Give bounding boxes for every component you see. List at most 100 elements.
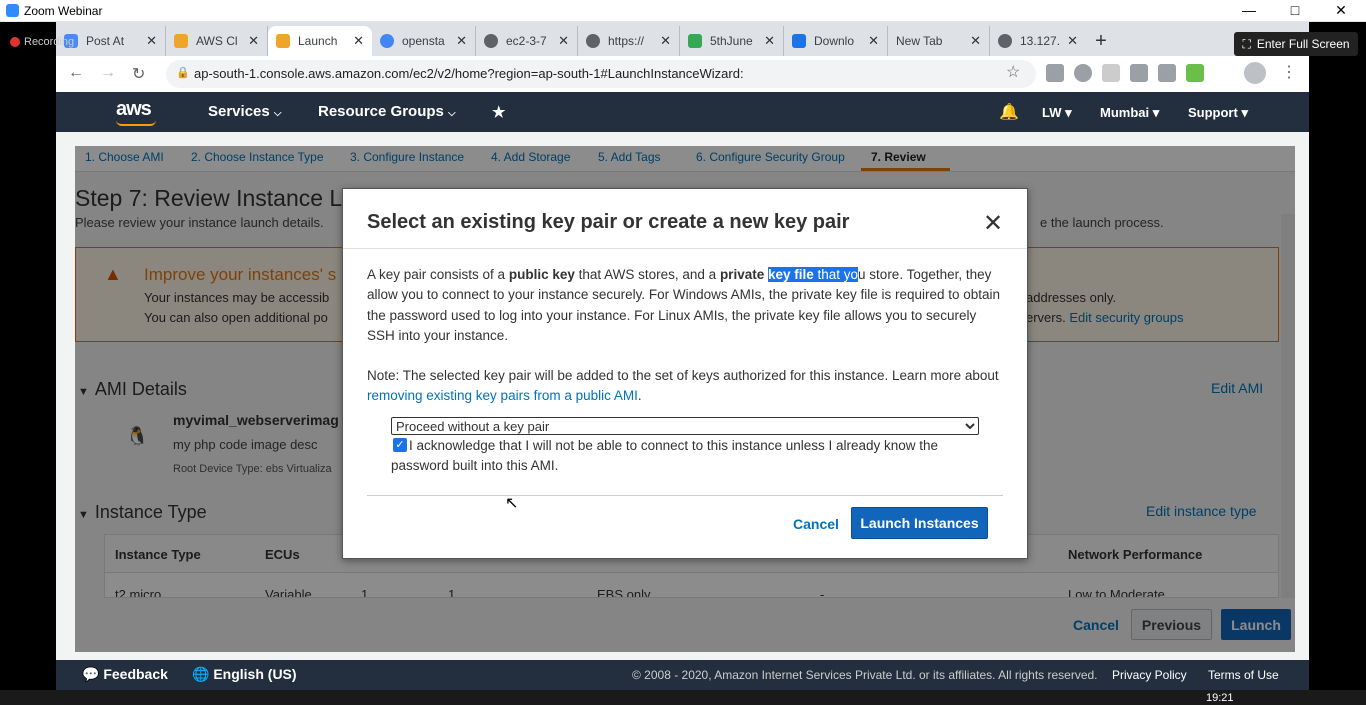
globe-icon — [586, 34, 600, 48]
zoom-logo-icon — [6, 4, 19, 17]
extension-icon[interactable] — [1158, 64, 1176, 82]
tab-close-icon[interactable]: ✕ — [146, 33, 157, 49]
tab-2-active[interactable]: Launch ✕ — [268, 26, 372, 56]
account-menu[interactable]: LW ▾ — [1042, 105, 1072, 121]
tab-close-icon[interactable]: ✕ — [970, 33, 981, 49]
support-label: Support — [1188, 105, 1238, 120]
minimize-button[interactable]: — — [1234, 2, 1264, 18]
zoom-title-bar: Zoom Webinar — □ ✕ — [0, 0, 1366, 22]
terms-of-use-link[interactable]: Terms of Use — [1208, 668, 1279, 682]
zoom-left-margin — [0, 22, 56, 705]
aws-smile-icon — [116, 120, 156, 126]
url-text: ap-south-1.console.aws.amazon.com/ec2/v2… — [194, 66, 744, 81]
acknowledge-text: I acknowledge that I will not be able to… — [391, 438, 939, 474]
extension-icon[interactable] — [1130, 64, 1148, 82]
enter-full-screen-button[interactable]: ⛶ Enter Full Screen — [1234, 32, 1358, 56]
tab-label: New Tab — [896, 34, 943, 48]
extensions — [1046, 64, 1204, 82]
chevron-down-icon: ⌵ — [273, 108, 282, 119]
tab-label: Post At — [86, 34, 125, 48]
download-icon — [792, 34, 806, 48]
modal-divider — [367, 495, 1003, 496]
tab-close-icon[interactable]: ✕ — [1067, 33, 1078, 49]
extension-icon[interactable] — [1186, 64, 1204, 82]
tab-close-icon[interactable]: ✕ — [353, 33, 364, 49]
zoom-right-margin — [1309, 22, 1366, 705]
copyright-text: © 2008 - 2020, Amazon Internet Services … — [632, 668, 1098, 682]
new-tab-button[interactable]: + — [1086, 26, 1116, 56]
desc-bold-selected: key file — [767, 267, 814, 282]
region-menu[interactable]: Mumbai ▾ — [1100, 105, 1159, 121]
tab-close-icon[interactable]: ✕ — [456, 33, 467, 49]
desc-bold: public key — [508, 267, 575, 282]
feedback-link[interactable]: 💬 Feedback — [82, 666, 168, 683]
globe-icon — [998, 34, 1012, 48]
key-pair-option-select[interactable]: Proceed without a key pair — [391, 417, 979, 435]
tab-close-icon[interactable]: ✕ — [558, 33, 569, 49]
tab-9[interactable]: 13.127. ✕ — [990, 26, 1086, 56]
tab-close-icon[interactable]: ✕ — [660, 33, 671, 49]
resource-groups-menu[interactable]: Resource Groups ⌵ — [318, 103, 456, 120]
url-bar[interactable]: 🔒 ap-south-1.console.aws.amazon.com/ec2/v… — [166, 60, 1036, 88]
language-selector[interactable]: 🌐 English (US) — [192, 666, 297, 683]
browser-chrome: Post At ✕ AWS Cl ✕ Launch ✕ opensta ✕ ec2-3-… — [56, 22, 1309, 92]
services-menu[interactable]: Services ⌵ — [208, 103, 282, 120]
key-pair-description: A key pair consists of a public key that… — [367, 265, 1007, 347]
tab-favicon-icon — [276, 34, 290, 48]
launch-instances-button[interactable]: Launch Instances — [851, 507, 988, 539]
tab-close-icon[interactable]: ✕ — [868, 33, 879, 49]
lock-icon: 🔒 — [176, 67, 190, 79]
globe-icon: 🌐 — [192, 666, 210, 682]
extension-icon[interactable] — [1046, 64, 1064, 82]
tab-5[interactable]: https:// ✕ — [578, 26, 680, 56]
modal-header: Select an existing key pair or create a … — [343, 189, 1027, 249]
note-text: . — [637, 388, 642, 404]
bell-icon[interactable]: 🔔 — [999, 102, 1019, 122]
tab-label: Downlo — [814, 34, 855, 48]
bookmark-star-icon[interactable]: ☆ — [1006, 62, 1020, 82]
drive-icon — [688, 34, 702, 48]
tab-label: Launch — [298, 34, 338, 48]
back-icon[interactable]: ← — [68, 64, 84, 82]
tab-7[interactable]: Downlo ✕ — [784, 26, 888, 56]
tab-3[interactable]: opensta ✕ — [372, 26, 476, 56]
desc-selected: that yo — [813, 267, 859, 282]
profile-avatar[interactable] — [1244, 62, 1266, 84]
note-text: Note: The selected key pair will be adde… — [367, 368, 999, 383]
extension-icon[interactable] — [1102, 64, 1120, 82]
tab-close-icon[interactable]: ✕ — [248, 33, 259, 49]
tab-1[interactable]: AWS Cl ✕ — [166, 26, 268, 56]
pin-icon[interactable]: ★ — [492, 103, 505, 121]
modal-cancel-button[interactable]: Cancel — [793, 516, 839, 532]
extension-icon[interactable] — [1074, 64, 1092, 82]
tab-label: 13.127. — [1020, 34, 1061, 48]
tab-6[interactable]: 5thJune ✕ — [680, 26, 784, 56]
recording-indicator: Recording — [10, 36, 74, 48]
close-icon[interactable]: ✕ — [983, 209, 1003, 238]
removing-key-pairs-link[interactable]: removing existing key pairs from a publi… — [367, 388, 638, 403]
key-pair-modal: Select an existing key pair or create a … — [342, 188, 1028, 559]
close-window-button[interactable]: ✕ — [1326, 2, 1356, 19]
desc-bold: private — [719, 267, 765, 282]
tab-4[interactable]: ec2-3-7 ✕ — [476, 26, 578, 56]
recording-label: Recording — [24, 36, 75, 48]
modal-title: Select an existing key pair or create a … — [367, 211, 850, 233]
aws-logo[interactable]: aws — [116, 98, 156, 126]
globe-icon — [484, 34, 498, 48]
google-icon — [380, 34, 394, 48]
reload-icon[interactable]: ↻ — [132, 64, 145, 84]
tab-label: 5thJune — [710, 34, 753, 48]
tab-favicon-icon — [174, 34, 188, 48]
chevron-down-icon: ⌵ — [448, 108, 456, 119]
aws-footer: 💬 Feedback 🌐 English (US) © 2008 - 2020,… — [56, 660, 1309, 690]
aws-logo-text: aws — [116, 98, 152, 120]
browser-menu-icon[interactable]: ⋮ — [1281, 62, 1297, 82]
privacy-policy-link[interactable]: Privacy Policy — [1112, 668, 1187, 682]
tab-8[interactable]: New Tab ✕ — [888, 26, 990, 56]
support-menu[interactable]: Support ▾ — [1188, 105, 1248, 121]
acknowledge-checkbox[interactable]: ✓ — [393, 438, 407, 452]
forward-icon[interactable]: → — [100, 64, 116, 82]
maximize-button[interactable]: □ — [1280, 2, 1310, 18]
fullscreen-label: Enter Full Screen — [1256, 37, 1350, 51]
tab-close-icon[interactable]: ✕ — [764, 33, 775, 49]
